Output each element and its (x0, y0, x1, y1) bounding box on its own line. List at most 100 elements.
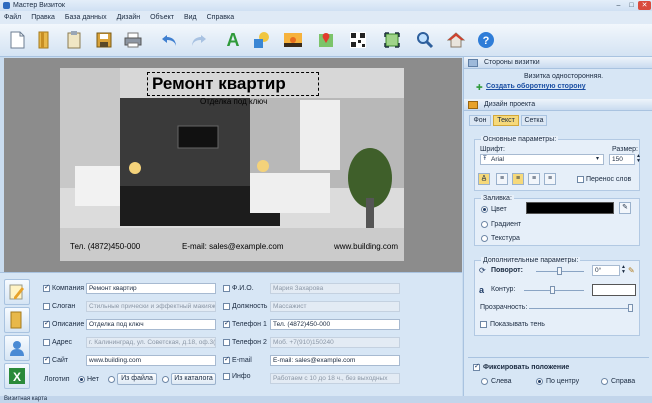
eyedropper-icon[interactable]: ✎ (619, 202, 631, 214)
fix-position-checkbox[interactable] (473, 362, 480, 371)
address-input[interactable]: г. Калининград, ул. Советская, д.18, оф.… (86, 337, 216, 348)
chevron-down-icon[interactable]: ▾ (596, 155, 599, 162)
card-site-text[interactable]: www.building.com (334, 242, 398, 251)
maximize-button[interactable]: □ (625, 1, 638, 10)
menu-database[interactable]: База данных (65, 14, 107, 21)
fix-right-radio[interactable] (601, 378, 608, 385)
menu-design[interactable]: Дизайн (117, 14, 141, 21)
undo-icon[interactable] (159, 29, 181, 51)
word-wrap-checkbox[interactable] (577, 176, 584, 183)
card-email-text[interactable]: E-mail: sales@example.com (182, 242, 283, 251)
logo-from-file-button[interactable]: Из файла (117, 373, 157, 385)
email-input[interactable]: E-mail: sales@example.com (270, 355, 400, 366)
logo-none-radio[interactable] (78, 376, 85, 383)
image-icon[interactable] (282, 29, 304, 51)
site-checkbox[interactable] (43, 355, 50, 364)
print-icon[interactable] (122, 29, 144, 51)
redo-icon[interactable] (187, 29, 209, 51)
align-center-icon[interactable]: ≡ (512, 173, 524, 185)
site-input[interactable]: www.building.com (86, 355, 216, 366)
company-input[interactable]: Ремонт квартир (86, 283, 216, 294)
sides-header[interactable]: Стороны визитки (464, 57, 652, 69)
description-checkbox[interactable] (43, 319, 50, 328)
fix-center-radio[interactable] (536, 378, 543, 385)
menu-bar: Файл Правка База данных Дизайн Объект Ви… (0, 11, 652, 24)
open-folder-icon[interactable] (33, 29, 55, 51)
fit-icon[interactable] (381, 29, 403, 51)
outline-slider-thumb[interactable] (550, 286, 555, 294)
logo-from-catalog-button[interactable]: Из каталога (171, 373, 216, 385)
close-button[interactable]: ✕ (638, 1, 651, 10)
rotate-label: Поворот: (491, 267, 523, 274)
phone1-input[interactable]: Тел. (4872)450-000 (270, 319, 400, 330)
tab-text[interactable]: Текст (493, 115, 519, 126)
catalog-icon[interactable] (4, 307, 30, 333)
phone1-checkbox[interactable] (223, 319, 230, 328)
fill-color-radio[interactable] (481, 206, 488, 213)
logo-catalog-radio[interactable] (162, 376, 169, 383)
company-checkbox[interactable] (43, 283, 50, 292)
text-icon[interactable]: A (222, 29, 244, 51)
rotate-slider-thumb[interactable] (557, 267, 562, 275)
new-file-icon[interactable] (6, 29, 28, 51)
edit-card-icon[interactable] (4, 279, 30, 305)
shapes-icon[interactable] (250, 29, 272, 51)
menu-file[interactable]: Файл (4, 14, 21, 21)
menu-help[interactable]: Справка (207, 14, 234, 21)
home-icon[interactable] (445, 29, 467, 51)
minimize-button[interactable]: – (612, 1, 625, 10)
font-size-input[interactable]: 150 (609, 154, 635, 165)
phone2-checkbox[interactable] (223, 339, 230, 346)
shadow-checkbox[interactable] (480, 321, 487, 328)
align-justify-icon[interactable]: ≡ (544, 173, 556, 185)
card-phone-text[interactable]: Тел. (4872)450-000 (70, 242, 140, 251)
menu-edit[interactable]: Правка (31, 14, 55, 21)
fill-color-swatch[interactable] (526, 202, 614, 214)
rotate-reset-icon[interactable]: ✎ (628, 266, 635, 275)
info-input[interactable]: Работаем с 10 до 18 ч., без выходных (270, 373, 400, 384)
business-card-preview[interactable]: Ремонт квартир Отделка под ключ Тел. (48… (60, 68, 404, 261)
save-icon[interactable] (93, 29, 115, 51)
qr-code-icon[interactable] (347, 29, 369, 51)
help-icon[interactable]: ? (475, 29, 497, 51)
create-back-side-link[interactable]: Создать оборотную сторону (486, 83, 586, 90)
fill-texture-radio[interactable] (481, 235, 488, 242)
align-left-icon[interactable]: ≡ (496, 173, 508, 185)
text-effect-icon[interactable]: A̲ (478, 173, 490, 185)
fill-gradient-label: Градиент (491, 221, 522, 228)
position-checkbox[interactable] (223, 303, 230, 310)
transparency-slider-thumb[interactable] (628, 304, 633, 312)
rotate-input[interactable]: 0° (592, 265, 620, 276)
position-input[interactable]: Массажист (270, 301, 400, 312)
tab-grid[interactable]: Сетка (521, 115, 547, 126)
rotate-spinner-icon[interactable]: ▲ ▼ (621, 265, 626, 275)
zoom-icon[interactable] (414, 29, 436, 51)
email-checkbox[interactable] (223, 355, 230, 364)
card-title-text[interactable]: Ремонт квартир (152, 74, 286, 94)
outline-color-swatch[interactable] (592, 284, 636, 296)
design-header[interactable]: Дизайн проекта (464, 99, 652, 111)
address-checkbox[interactable] (43, 339, 50, 346)
size-spinner-icon[interactable]: ▲ ▼ (636, 154, 641, 164)
menu-view[interactable]: Вид (184, 14, 197, 21)
align-right-icon[interactable]: ≡ (528, 173, 540, 185)
phone2-input[interactable]: Моб. +7(910)150240 (270, 337, 400, 348)
logo-file-radio[interactable] (108, 376, 115, 383)
slogan-input[interactable]: Стильные прически и эффектный макияж (86, 301, 216, 312)
excel-icon[interactable]: X (4, 363, 30, 389)
card-subtitle-text[interactable]: Отделка под ключ (200, 97, 267, 106)
map-icon[interactable] (315, 29, 337, 51)
fill-gradient-radio[interactable] (481, 221, 488, 228)
fix-left-radio[interactable] (481, 378, 488, 385)
transparency-slider[interactable] (529, 308, 633, 309)
contacts-icon[interactable] (4, 335, 30, 361)
clipboard-icon[interactable] (63, 29, 85, 51)
description-input[interactable]: Отделка под ключ (86, 319, 216, 330)
fio-checkbox[interactable] (223, 285, 230, 292)
slogan-checkbox[interactable] (43, 303, 50, 310)
fio-input[interactable]: Мария Захарова (270, 283, 400, 294)
tab-background[interactable]: Фон (469, 115, 491, 126)
info-checkbox[interactable] (223, 373, 230, 380)
font-select[interactable]: Arial (480, 154, 604, 165)
menu-object[interactable]: Объект (150, 14, 174, 21)
